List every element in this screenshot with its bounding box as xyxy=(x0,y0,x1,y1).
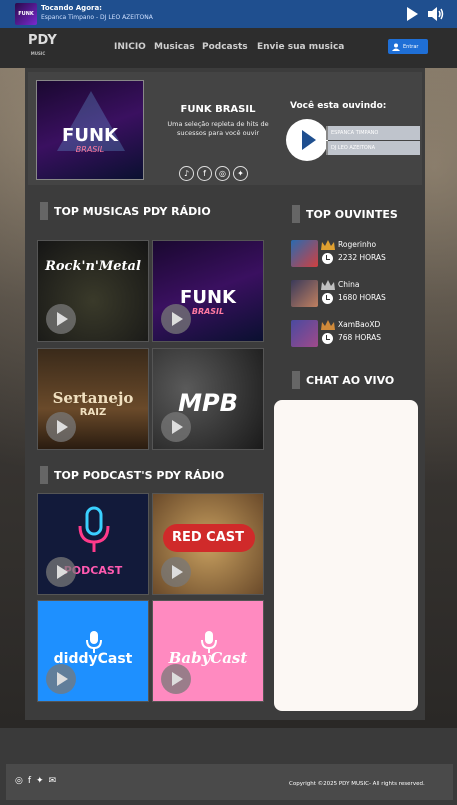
podcast-tile-podcast[interactable]: PODCAST xyxy=(37,493,149,595)
section-marker xyxy=(292,371,300,389)
section-marker xyxy=(40,466,48,484)
now-playing-label: Tocando Agora: xyxy=(41,4,102,12)
now-playing-track: Espanca Timpano - DJ LEO AZEITONA xyxy=(41,14,153,21)
listener-item[interactable]: Rogerinho 2232 HORAS xyxy=(291,240,411,270)
listener-item[interactable]: China 1680 HORAS xyxy=(291,280,411,310)
nav-musicas[interactable]: Musicas xyxy=(154,42,195,52)
play-icon[interactable] xyxy=(407,7,418,21)
music-tile-sertanejo[interactable]: Sertanejo RAIZ xyxy=(37,348,149,450)
artwork-subtitle: BRASIL xyxy=(75,145,105,154)
top-musicas-title: TOP MUSICAS PDY RÁDIO xyxy=(54,204,211,218)
login-button[interactable]: Entrar xyxy=(388,39,428,54)
tile-label: RED CAST xyxy=(171,530,245,545)
main-play-button[interactable] xyxy=(286,119,328,161)
station-description: Uma seleção repleta de hits de sucessos … xyxy=(167,120,269,137)
listener-name: Rogerinho xyxy=(338,240,377,249)
mail-icon[interactable]: ✉ xyxy=(49,776,57,786)
music-tile-mpb[interactable]: MPB xyxy=(152,348,264,450)
top-ouvintes-header: TOP OUVINTES xyxy=(292,205,398,223)
microphone-icon xyxy=(86,631,102,653)
listener-hours: 1680 HORAS xyxy=(338,293,386,302)
podcast-tile-diddycast[interactable]: diddyCast xyxy=(37,600,149,702)
listener-name: XamBaoXD xyxy=(338,320,381,329)
user-icon xyxy=(392,43,400,51)
chat-title: CHAT AO VIVO xyxy=(306,373,395,387)
now-playing-song: ESPANCA TIMPANO xyxy=(326,126,420,140)
section-marker xyxy=(40,202,48,220)
clock-icon xyxy=(322,253,333,264)
site-logo[interactable]: PDY MUSIC xyxy=(28,34,57,64)
instagram-icon[interactable]: ◎ xyxy=(15,776,23,786)
nav-envie[interactable]: Envie sua musica xyxy=(257,42,344,52)
crown-icon xyxy=(321,320,335,330)
top-podcasts-header: TOP PODCAST'S PDY RÁDIO xyxy=(40,466,224,484)
top-musicas-header: TOP MUSICAS PDY RÁDIO xyxy=(40,202,211,220)
station-title: FUNK BRASIL xyxy=(180,104,256,115)
logo-text: PDY xyxy=(28,33,57,48)
facebook-icon[interactable]: f xyxy=(197,166,212,181)
music-tile-rock[interactable]: Rock'n'Metal xyxy=(37,240,149,342)
play-button[interactable] xyxy=(46,664,76,694)
avatar xyxy=(291,280,318,307)
music-tile-funk[interactable]: FUNK BRASIL xyxy=(152,240,264,342)
play-button[interactable] xyxy=(46,557,76,587)
login-label: Entrar xyxy=(403,43,419,50)
volume-icon[interactable] xyxy=(428,7,444,21)
top-ouvintes-title: TOP OUVINTES xyxy=(306,207,398,221)
station-socials: ♪ f ◎ ✦ xyxy=(179,166,248,181)
play-button[interactable] xyxy=(161,304,191,334)
nav-podcasts[interactable]: Podcasts xyxy=(202,42,248,52)
facebook-icon[interactable]: f xyxy=(28,776,31,786)
twitter-icon[interactable]: ✦ xyxy=(36,776,44,786)
nav-inicio[interactable]: INICIO xyxy=(114,42,146,52)
clock-icon xyxy=(322,293,333,304)
crown-icon xyxy=(321,280,335,290)
twitter-icon[interactable]: ✦ xyxy=(233,166,248,181)
play-button[interactable] xyxy=(161,557,191,587)
podcast-tile-babycast[interactable]: BabyCast xyxy=(152,600,264,702)
tile-label: Rock'n'Metal xyxy=(45,259,141,274)
clock-icon xyxy=(322,333,333,344)
listener-name: China xyxy=(338,280,360,289)
tiktok-icon[interactable]: ♪ xyxy=(179,166,194,181)
copyright-text: Copyright ©2025 PDY MUSIC- All rights re… xyxy=(289,781,425,787)
listener-hours: 2232 HORAS xyxy=(338,253,386,262)
crown-icon xyxy=(321,240,335,250)
play-button[interactable] xyxy=(161,664,191,694)
microphone-icon xyxy=(78,506,110,552)
top-podcasts-title: TOP PODCAST'S PDY RÁDIO xyxy=(54,468,225,482)
podcast-tile-redcast[interactable]: RED CAST xyxy=(152,493,264,595)
chat-header: CHAT AO VIVO xyxy=(292,371,394,389)
tile-label: Sertanejo xyxy=(52,389,134,407)
featured-artwork: FUNK BRASIL xyxy=(36,80,144,180)
now-playing-bar: FUNK Tocando Agora: Espanca Timpano - DJ… xyxy=(0,0,457,28)
footer-socials: ◎ f ✦ ✉ xyxy=(15,776,56,786)
logo-subtext: MUSIC xyxy=(30,51,46,56)
play-button[interactable] xyxy=(46,304,76,334)
listener-hours: 768 HORAS xyxy=(338,333,382,342)
chat-box[interactable] xyxy=(274,400,418,711)
artwork-title: FUNK xyxy=(62,125,118,146)
now-playing-artist: DJ LEO AZEITONA xyxy=(326,141,420,155)
avatar xyxy=(291,240,318,267)
listening-title: Você esta ouvindo: xyxy=(290,101,387,111)
listener-item[interactable]: XamBaoXD 768 HORAS xyxy=(291,320,411,350)
instagram-icon[interactable]: ◎ xyxy=(215,166,230,181)
play-button[interactable] xyxy=(161,412,191,442)
section-marker xyxy=(292,205,300,223)
now-playing-thumbnail: FUNK xyxy=(15,3,37,25)
avatar xyxy=(291,320,318,347)
play-button[interactable] xyxy=(46,412,76,442)
